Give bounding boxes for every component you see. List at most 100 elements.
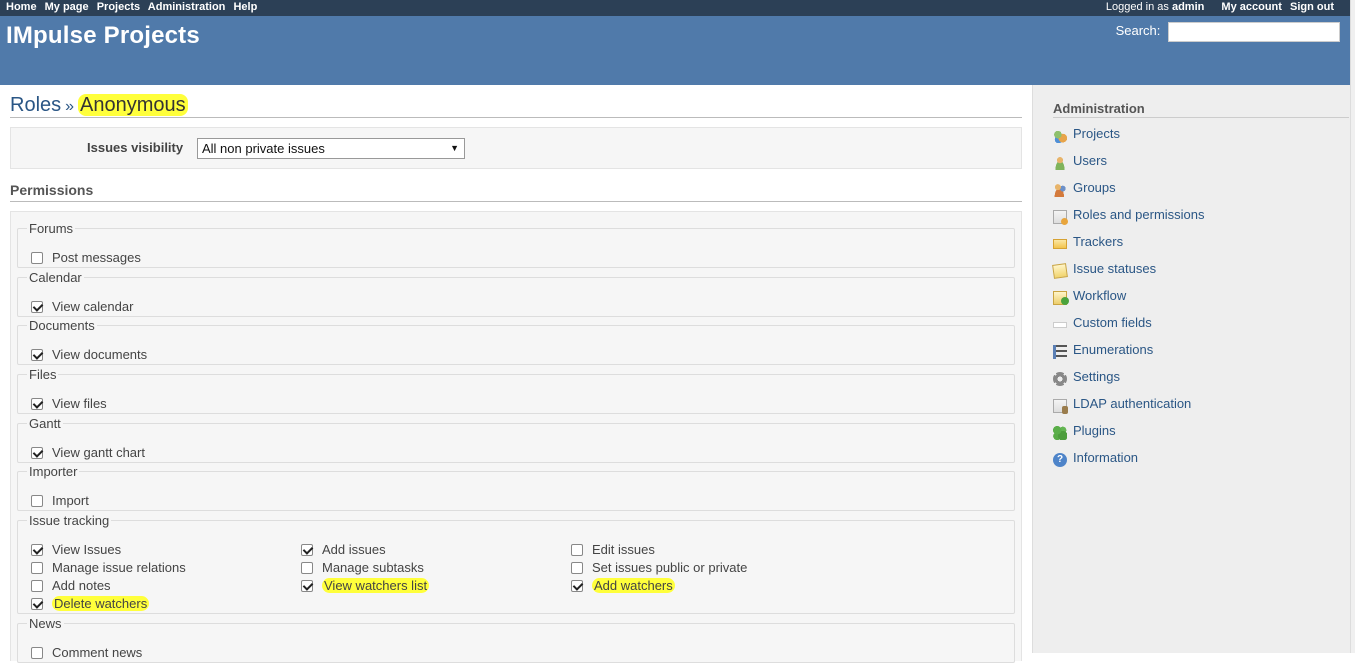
sidebar-item-workflow[interactable]: Workflow bbox=[1053, 288, 1205, 315]
checkbox[interactable] bbox=[31, 579, 43, 592]
sidebar-item-settings[interactable]: Settings bbox=[1053, 369, 1205, 396]
sidebar-item-projects[interactable]: Projects bbox=[1053, 126, 1205, 153]
sidebar-item-label: Groups bbox=[1073, 180, 1116, 195]
top-menu-right: Logged in as admin My account Sign out bbox=[1106, 1, 1339, 13]
permission-view-issues[interactable]: View Issues bbox=[31, 542, 121, 557]
checkbox[interactable] bbox=[31, 397, 43, 410]
module-legend: Calendar bbox=[29, 270, 82, 285]
checkbox[interactable] bbox=[31, 251, 43, 264]
module-importer: Importer Import bbox=[17, 464, 1015, 511]
permission-label: Edit issues bbox=[592, 542, 655, 557]
logged-in-prefix: Logged in as bbox=[1105, 1, 1169, 13]
issues-visibility-label: Issues visibility bbox=[87, 140, 184, 155]
group-icon bbox=[1053, 183, 1067, 197]
breadcrumb-roles[interactable]: Roles bbox=[10, 94, 61, 116]
checkbox[interactable] bbox=[31, 597, 43, 610]
sidebar-item-roles[interactable]: Roles and permissions bbox=[1053, 207, 1205, 234]
checkbox[interactable] bbox=[301, 561, 313, 574]
permission-import[interactable]: Import bbox=[31, 493, 89, 508]
user-icon bbox=[1053, 156, 1067, 170]
permission-label: Add notes bbox=[52, 578, 111, 593]
permission-label: Add watchers bbox=[592, 578, 675, 593]
top-menu-my-page[interactable]: My page bbox=[45, 1, 89, 13]
permission-set-issues-public-or-private[interactable]: Set issues public or private bbox=[571, 560, 747, 575]
top-menu-left: Home My page Projects Administration Hel… bbox=[6, 1, 262, 13]
module-legend: Forums bbox=[29, 221, 74, 236]
sidebar-item-issue-statuses[interactable]: Issue statuses bbox=[1052, 261, 1205, 288]
module-legend: Documents bbox=[29, 318, 95, 333]
checkbox[interactable] bbox=[571, 579, 583, 592]
sidebar-item-label: Plugins bbox=[1073, 423, 1116, 438]
permissions-title: Permissions bbox=[10, 182, 1022, 202]
sidebar-item-information[interactable]: ? Information bbox=[1053, 450, 1205, 477]
sidebar-item-label: Enumerations bbox=[1073, 342, 1154, 357]
sidebar-item-label: Roles and permissions bbox=[1073, 207, 1205, 222]
checkbox[interactable] bbox=[31, 300, 43, 313]
workflow-icon bbox=[1053, 291, 1069, 305]
checkbox[interactable] bbox=[31, 348, 43, 361]
checkbox[interactable] bbox=[31, 494, 43, 507]
logged-in-user[interactable]: admin bbox=[1172, 1, 1204, 13]
sidebar-item-custom-fields[interactable]: Custom fields bbox=[1053, 315, 1205, 342]
module-files: Files View files bbox=[17, 367, 1015, 414]
permission-add-watchers[interactable]: Add watchers bbox=[571, 578, 675, 593]
permission-add-issues[interactable]: Add issues bbox=[301, 542, 386, 557]
permission-manage-issue-relations[interactable]: Manage issue relations bbox=[31, 560, 186, 575]
sidebar-item-label: Workflow bbox=[1073, 288, 1127, 303]
sidebar-item-trackers[interactable]: Trackers bbox=[1053, 234, 1205, 261]
sidebar-item-ldap[interactable]: LDAP authentication bbox=[1053, 396, 1205, 423]
permission-label: View gantt chart bbox=[52, 445, 145, 460]
dropdown-arrow-icon: ▼ bbox=[450, 143, 459, 153]
module-gantt: Gantt View gantt chart bbox=[17, 416, 1015, 463]
admin-menu: Projects Users Groups Roles and permissi… bbox=[1052, 126, 1205, 477]
sidebar-item-groups[interactable]: Groups bbox=[1053, 180, 1205, 207]
sidebar-item-label: Information bbox=[1073, 450, 1139, 465]
sidebar-item-label: Issue statuses bbox=[1073, 261, 1157, 276]
sidebar-item-plugins[interactable]: Plugins bbox=[1053, 423, 1205, 450]
checkbox[interactable] bbox=[301, 543, 313, 556]
permissions-area: Forums Post messages Calendar View calen… bbox=[10, 211, 1022, 663]
module-documents: Documents View documents bbox=[17, 318, 1015, 365]
sidebar-item-label: LDAP authentication bbox=[1073, 396, 1192, 411]
sidebar-item-enumerations[interactable]: Enumerations bbox=[1053, 342, 1205, 369]
top-menu-projects[interactable]: Projects bbox=[97, 1, 140, 13]
checkbox[interactable] bbox=[31, 561, 43, 574]
main-content: Roles» Anonymous Issues visibility All no… bbox=[0, 85, 1032, 663]
sidebar-item-users[interactable]: Users bbox=[1053, 153, 1205, 180]
permission-label: View files bbox=[52, 396, 107, 411]
permission-manage-subtasks[interactable]: Manage subtasks bbox=[301, 560, 424, 575]
permission-label: Manage issue relations bbox=[52, 560, 186, 575]
permission-label: Set issues public or private bbox=[592, 560, 748, 575]
ldap-icon bbox=[1053, 399, 1068, 414]
top-menu-administration[interactable]: Administration bbox=[148, 1, 226, 13]
sidebar-item-label: Custom fields bbox=[1073, 315, 1152, 330]
checkbox[interactable] bbox=[31, 543, 43, 556]
permission-view-calendar[interactable]: View calendar bbox=[31, 299, 133, 314]
issue-status-icon bbox=[1052, 263, 1068, 279]
my-account-link[interactable]: My account bbox=[1221, 1, 1282, 13]
checkbox[interactable] bbox=[571, 543, 583, 556]
roles-icon bbox=[1053, 210, 1068, 225]
permission-view-gantt-chart[interactable]: View gantt chart bbox=[31, 445, 145, 460]
permission-add-notes[interactable]: Add notes bbox=[31, 578, 111, 593]
permission-view-documents[interactable]: View documents bbox=[31, 347, 147, 362]
checkbox[interactable] bbox=[571, 561, 583, 574]
permission-post-messages[interactable]: Post messages bbox=[31, 250, 141, 265]
sign-out-link[interactable]: Sign out bbox=[1290, 1, 1334, 13]
permission-label: Post messages bbox=[52, 250, 141, 265]
permission-view-files[interactable]: View files bbox=[31, 396, 107, 411]
search-input[interactable] bbox=[1168, 22, 1340, 42]
permission-view-watchers-list[interactable]: View watchers list bbox=[301, 578, 430, 593]
module-legend: Issue tracking bbox=[29, 513, 110, 528]
page-scrollbar[interactable] bbox=[1350, 0, 1355, 653]
top-menu-help[interactable]: Help bbox=[233, 1, 257, 13]
permission-label: Import bbox=[52, 493, 89, 508]
site-title[interactable]: IMpulse Projects bbox=[6, 22, 200, 50]
permission-edit-issues[interactable]: Edit issues bbox=[571, 542, 655, 557]
header: IMpulse Projects Search: bbox=[0, 16, 1350, 85]
permission-delete-watchers[interactable]: Delete watchers bbox=[31, 596, 150, 611]
top-menu-home[interactable]: Home bbox=[6, 1, 37, 13]
issues-visibility-select[interactable]: All non private issues ▼ bbox=[197, 138, 465, 159]
checkbox[interactable] bbox=[31, 446, 43, 459]
checkbox[interactable] bbox=[301, 579, 313, 592]
